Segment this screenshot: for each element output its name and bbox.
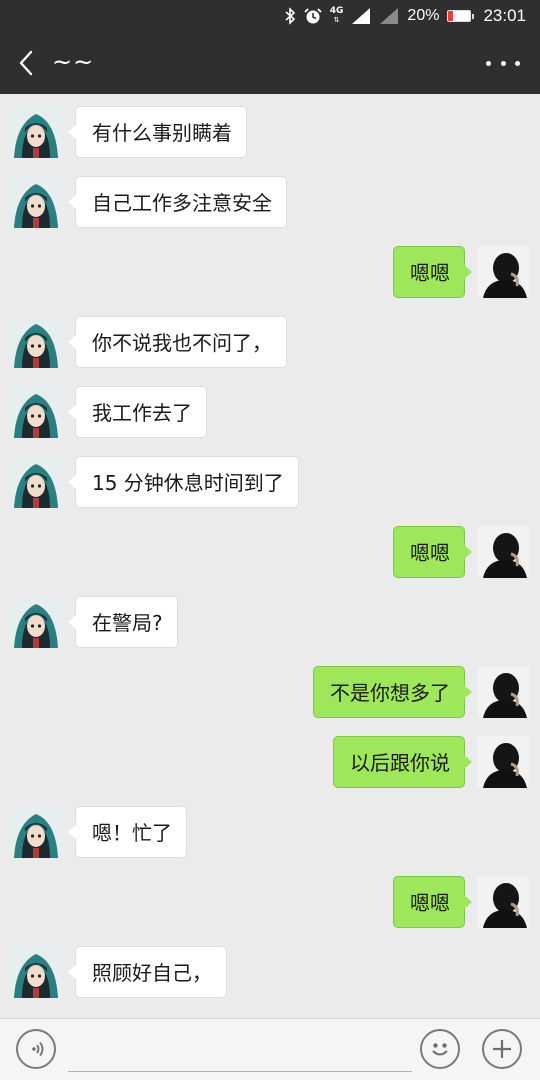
network-type-label: 4G ⇅	[329, 6, 344, 25]
received-message: 你不说我也不问了，	[0, 316, 540, 374]
chevron-left-icon	[19, 50, 33, 76]
message-bubble[interactable]: 嗯嗯	[393, 526, 472, 578]
status-bar: 4G ⇅ 20% 23:01	[0, 0, 540, 32]
alarm-icon	[304, 0, 322, 32]
plus-button[interactable]	[482, 1029, 522, 1069]
message-bubble[interactable]: 照顾好自己，	[68, 946, 227, 998]
my-avatar[interactable]	[477, 736, 529, 788]
received-message: 自己工作多注意安全	[0, 176, 540, 234]
more-dots-icon	[486, 60, 491, 66]
contact-avatar[interactable]	[10, 946, 62, 998]
input-bar	[0, 1018, 540, 1080]
sent-message: 以后跟你说	[0, 736, 540, 794]
message-bubble[interactable]: 嗯嗯	[393, 246, 472, 298]
message-bubble[interactable]: 有什么事别瞒着	[68, 106, 247, 158]
contact-avatar[interactable]	[10, 596, 62, 648]
my-avatar[interactable]	[477, 246, 529, 298]
message-bubble[interactable]: 嗯嗯	[393, 876, 472, 928]
my-avatar[interactable]	[477, 526, 529, 578]
plus-icon	[493, 1040, 511, 1058]
received-message: 有什么事别瞒着	[0, 106, 540, 164]
message-bubble[interactable]: 自己工作多注意安全	[68, 176, 287, 228]
chat-header: ~~	[0, 32, 540, 94]
contact-avatar[interactable]	[10, 316, 62, 368]
more-options-button[interactable]	[486, 47, 520, 79]
message-bubble[interactable]: 你不说我也不问了，	[68, 316, 287, 368]
received-message: 嗯！忙了	[0, 806, 540, 864]
back-button[interactable]	[14, 47, 40, 79]
sent-message: 不是你想多了	[0, 666, 540, 724]
battery-icon	[447, 0, 475, 32]
sent-message: 嗯嗯	[0, 526, 540, 584]
message-bubble[interactable]: 嗯！忙了	[68, 806, 187, 858]
message-bubble[interactable]: 不是你想多了	[313, 666, 472, 718]
sent-message: 嗯嗯	[0, 876, 540, 934]
received-message: 我工作去了	[0, 386, 540, 444]
chat-title: ~~	[52, 48, 95, 76]
emoji-button[interactable]	[420, 1029, 460, 1069]
contact-avatar[interactable]	[10, 176, 62, 228]
received-message: 照顾好自己，	[0, 946, 540, 1004]
received-message: 15 分钟休息时间到了	[0, 456, 540, 514]
message-list[interactable]: 有什么事别瞒着 自己工作多注意安全 嗯嗯 你不说我也不问了， 我工作去了 15 分钟休息时…	[0, 94, 540, 1018]
bluetooth-icon	[284, 0, 296, 32]
message-bubble[interactable]: 在警局?	[68, 596, 178, 648]
status-time: 23:01	[483, 6, 526, 25]
emoji-icon	[432, 1043, 448, 1056]
my-avatar[interactable]	[477, 666, 529, 718]
voice-icon	[32, 1041, 44, 1057]
sent-message: 嗯嗯	[0, 246, 540, 304]
contact-avatar[interactable]	[10, 806, 62, 858]
voice-button[interactable]	[16, 1029, 56, 1069]
message-input[interactable]	[68, 1029, 412, 1072]
signal-icon	[379, 0, 399, 32]
contact-avatar[interactable]	[10, 106, 62, 158]
status-icons: 4G ⇅ 20% 23:01	[284, 0, 526, 32]
message-bubble[interactable]: 15 分钟休息时间到了	[68, 456, 299, 508]
signal-icon	[351, 0, 371, 32]
my-avatar[interactable]	[477, 876, 529, 928]
received-message: 在警局?	[0, 596, 540, 654]
contact-avatar[interactable]	[10, 386, 62, 438]
message-bubble[interactable]: 我工作去了	[68, 386, 207, 438]
contact-avatar[interactable]	[10, 456, 62, 508]
message-bubble[interactable]: 以后跟你说	[333, 736, 472, 788]
battery-percent: 20%	[407, 7, 440, 24]
